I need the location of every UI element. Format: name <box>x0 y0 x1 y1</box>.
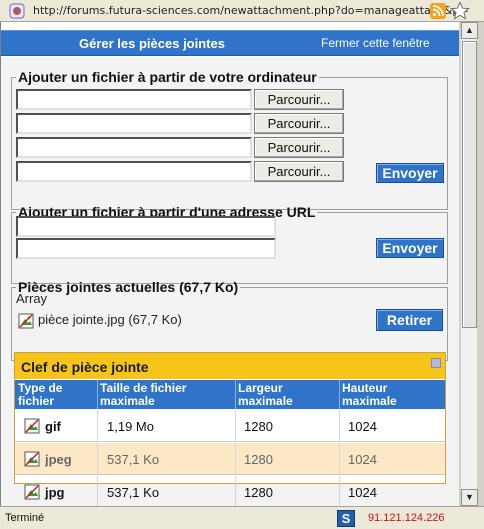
address-bar: http://forums.futura-sciences.com/newatt… <box>0 0 484 22</box>
s-extension-icon[interactable]: S <box>337 510 355 527</box>
scroll-down-arrow-icon[interactable]: ▼ <box>461 489 478 506</box>
send-url-button[interactable]: Envoyer <box>376 238 444 258</box>
col-header-size: Taille de fichier maximale <box>100 381 187 408</box>
send-files-button[interactable]: Envoyer <box>376 163 444 183</box>
max-size: 1,19 Mo <box>107 419 154 434</box>
key-table-header: Type de fichier Taille de fichier maximale… <box>15 380 445 409</box>
array-text: Array <box>16 291 48 306</box>
col-header-height: Hauteur maximale <box>342 381 397 408</box>
file-type: gif <box>45 419 61 434</box>
url-input-1[interactable] <box>16 216 276 237</box>
jpeg-file-icon <box>24 451 40 467</box>
max-width: 1280 <box>244 452 273 467</box>
scroll-up-arrow-icon[interactable]: ▲ <box>461 22 478 39</box>
gif-file-icon <box>24 418 40 434</box>
table-row: jpg 537,1 Ko 1280 1024 <box>15 476 445 506</box>
max-size: 537,1 Ko <box>107 485 160 500</box>
browse-button-1[interactable]: Parcourir... <box>254 89 344 110</box>
image-file-icon <box>18 313 34 329</box>
col-header-type: Type de fichier <box>18 381 63 408</box>
attachment-key-panel: Clef de pièce jointe Type de fichier Tail… <box>14 352 446 506</box>
site-favicon-icon <box>9 3 25 19</box>
collapse-icon[interactable] <box>431 358 441 368</box>
bookmark-star-icon[interactable] <box>450 1 470 21</box>
page-viewport: Gérer les pièces jointes Fermer cette fe… <box>0 22 459 506</box>
ip-address: 91.121.124.226 <box>368 512 445 524</box>
file-input-2[interactable] <box>16 113 252 134</box>
jpg-file-icon <box>24 484 40 500</box>
max-width: 1280 <box>244 419 273 434</box>
upload-computer-legend: Ajouter un fichier à partir de votre ord… <box>18 69 317 85</box>
attachment-key-title: Clef de pièce jointe <box>21 359 149 375</box>
max-height: 1024 <box>348 419 377 434</box>
max-size: 537,1 Ko <box>107 452 160 467</box>
browse-button-2[interactable]: Parcourir... <box>254 113 344 134</box>
file-input-1[interactable] <box>16 89 252 110</box>
max-height: 1024 <box>348 485 377 500</box>
vertical-scrollbar[interactable]: ▲ ▼ <box>460 22 478 506</box>
dialog-title: Gérer les pièces jointes <box>79 36 225 51</box>
col-header-width: Largeur maximale <box>238 381 293 408</box>
file-type: jpg <box>45 485 65 500</box>
rss-feed-icon[interactable] <box>430 3 446 19</box>
max-width: 1280 <box>244 485 273 500</box>
attachment-key-header: Clef de pièce jointe <box>15 353 445 379</box>
browse-button-3[interactable]: Parcourir... <box>254 137 344 158</box>
status-bar: Terminé S 91.121.124.226 <box>0 506 484 529</box>
url-field[interactable]: http://forums.futura-sciences.com/newatt… <box>33 4 469 17</box>
table-row: gif 1,19 Mo 1280 1024 <box>15 410 445 442</box>
file-type: jpeg <box>45 452 72 467</box>
url-input-2[interactable] <box>16 238 276 259</box>
scroll-thumb[interactable] <box>462 41 477 328</box>
attachment-name[interactable]: pièce jointe.jpg (67,7 Ko) <box>38 312 182 327</box>
table-row: jpeg 537,1 Ko 1280 1024 <box>15 443 445 475</box>
dialog-title-bar: Gérer les pièces jointes Fermer cette fe… <box>1 30 459 56</box>
remove-attachment-button[interactable]: Retirer <box>376 309 443 331</box>
file-input-3[interactable] <box>16 137 252 158</box>
file-input-4[interactable] <box>16 161 252 182</box>
max-height: 1024 <box>348 452 377 467</box>
current-attachments-legend: Pièces jointes actuelles (67,7 Ko) <box>18 279 239 295</box>
browse-button-4[interactable]: Parcourir... <box>254 161 344 182</box>
close-window-link[interactable]: Fermer cette fenêtre <box>321 36 430 50</box>
status-text: Terminé <box>5 512 45 524</box>
